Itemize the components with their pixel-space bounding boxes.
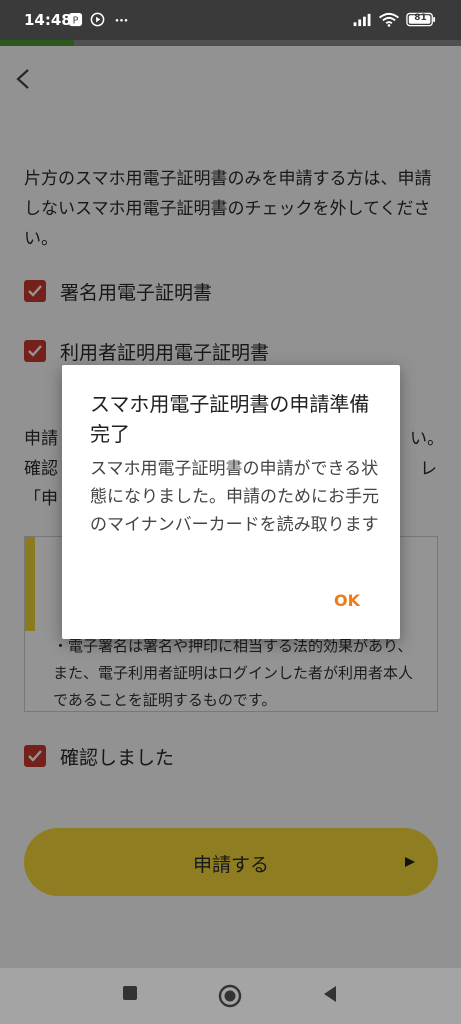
play-icon [90,12,105,27]
signal-icon [353,13,371,27]
system-nav-bar [0,968,461,1024]
dialog-title: スマホ用電子証明書の申請準備完了 [90,392,370,446]
back-triangle-icon[interactable] [320,984,340,1004]
battery-level: 81 [414,13,427,23]
status-bar: 14:48 P 81 [0,0,461,40]
clock: 14:48 [24,11,72,29]
pay-icon: P [68,12,83,26]
confirmation-dialog: スマホ用電子証明書の申請準備完了 スマホ用電子証明書の申請ができる状態になりまし… [62,365,400,639]
home-circle-icon[interactable] [218,984,242,1008]
wifi-icon [379,12,399,27]
dialog-message: スマホ用電子証明書の申請ができる状態になりました。申請のためにお手元のマイナンバ… [90,459,379,535]
svg-text:P: P [73,15,79,26]
recents-square-icon[interactable] [121,984,139,1002]
dialog-ok-button[interactable]: OK [334,591,360,610]
more-dots-icon [115,18,128,22]
